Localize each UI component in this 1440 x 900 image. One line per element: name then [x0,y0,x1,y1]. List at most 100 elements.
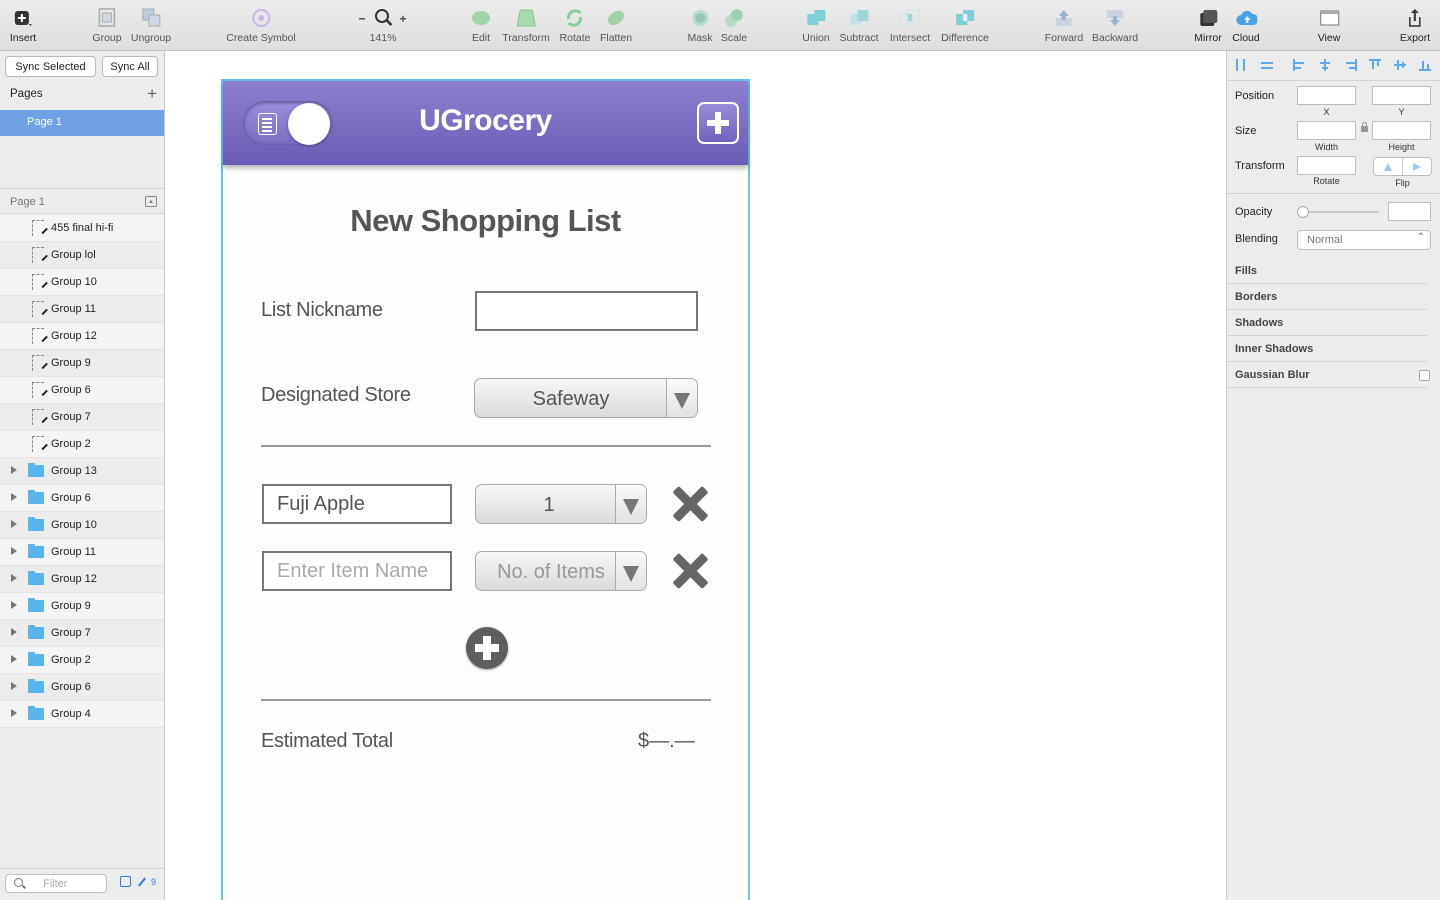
align-middle-icon[interactable] [1394,59,1406,71]
disclosure-triangle-icon[interactable] [11,601,17,609]
disclosure-triangle-icon[interactable] [11,709,17,717]
disclosure-triangle-icon[interactable] [11,682,17,690]
layer-item[interactable]: Group 7 [0,620,164,647]
layer-item[interactable]: Group 12 [0,323,164,350]
pages-divider[interactable] [0,188,164,189]
add-page-icon[interactable]: + [147,84,157,104]
page-item-1[interactable]: Page 1 [0,110,164,136]
gaussian-blur-checkbox[interactable] [1419,370,1430,381]
sync-selected-button[interactable]: Sync Selected [5,56,96,77]
filter-toggles[interactable]: 9 [120,876,156,887]
position-x-input[interactable] [1297,86,1356,105]
subtract-button[interactable]: Subtract [839,7,879,44]
create-symbol-button[interactable]: Create Symbol [226,7,296,44]
layer-item[interactable]: Group 7 [0,404,164,431]
fills-section[interactable]: Fills [1227,258,1440,284]
layer-item[interactable]: Group 9 [0,593,164,620]
collapse-layers-icon[interactable] [145,196,157,207]
add-list-button[interactable] [697,102,739,144]
layer-item[interactable]: Group 6 [0,674,164,701]
chevron-down-icon[interactable] [615,485,646,523]
remove-item-icon[interactable] [671,552,709,590]
layer-item[interactable]: Group 13 [0,458,164,485]
chevron-down-icon[interactable] [615,552,646,590]
lock-icon[interactable] [1361,122,1368,132]
layer-item[interactable]: Group 4 [0,701,164,728]
flip-vertical-icon[interactable] [1403,158,1431,175]
rotate-button[interactable]: Rotate [560,7,590,44]
new-item-qty-select[interactable]: No. of Items [475,551,647,591]
mirror-button[interactable]: Mirror [1194,7,1222,44]
pen-filter-icon[interactable] [138,877,146,886]
inner-shadows-section[interactable]: Inner Shadows [1227,336,1440,362]
item-qty-select[interactable]: 1 [475,484,647,524]
zoom-control[interactable]: 141% [353,7,413,44]
chevron-down-icon[interactable] [666,379,697,417]
scale-button[interactable]: Scale [721,7,747,44]
layer-item[interactable]: Group 10 [0,512,164,539]
layer-item[interactable]: Group 2 [0,431,164,458]
slider-knob[interactable] [1297,206,1309,218]
artboard-455-final-hi-fi[interactable]: UGrocery New Shopping List List Nickname… [221,79,750,900]
view-button[interactable]: View [1318,7,1340,44]
insert-button[interactable]: Insert [10,7,36,44]
symbol-filter-icon[interactable] [120,876,131,887]
disclosure-triangle-icon[interactable] [11,628,17,636]
distribute-vertical-icon[interactable] [1261,59,1273,71]
blending-select[interactable]: Normal [1297,230,1431,250]
align-left-icon[interactable] [1293,59,1305,71]
filter-input[interactable]: Filter [5,874,107,893]
difference-button[interactable]: Difference [941,7,989,44]
flatten-button[interactable]: Flatten [600,7,632,44]
edit-button[interactable]: Edit [470,7,492,44]
layer-item[interactable]: Group 12 [0,566,164,593]
align-top-icon[interactable] [1369,59,1381,71]
layer-item[interactable]: Group 11 [0,296,164,323]
cloud-button[interactable]: Cloud [1232,7,1260,44]
opacity-slider[interactable] [1297,206,1379,218]
align-center-icon[interactable] [1319,59,1331,71]
item-name-input[interactable]: Fuji Apple [262,484,452,524]
export-button[interactable]: Export [1400,7,1430,44]
disclosure-triangle-icon[interactable] [11,655,17,663]
ungroup-button[interactable]: Ungroup [131,7,171,44]
align-bottom-icon[interactable] [1419,59,1431,71]
mask-button[interactable]: Mask [687,7,713,44]
shadows-section[interactable]: Shadows [1227,310,1440,336]
align-right-icon[interactable] [1345,59,1357,71]
group-button[interactable]: Group [92,7,122,44]
flip-horizontal-icon[interactable] [1374,158,1403,175]
layer-item[interactable]: Group 11 [0,539,164,566]
store-select[interactable]: Safeway [474,378,698,418]
disclosure-triangle-icon[interactable] [11,574,17,582]
remove-item-icon[interactable] [671,485,709,523]
position-y-input[interactable] [1372,86,1431,105]
opacity-input[interactable] [1388,202,1431,221]
gaussian-blur-section[interactable]: Gaussian Blur [1227,362,1440,388]
disclosure-triangle-icon[interactable] [11,493,17,501]
sync-all-button[interactable]: Sync All [102,56,158,77]
transform-button[interactable]: Transform [502,7,550,44]
width-input[interactable] [1297,121,1356,140]
list-nickname-input[interactable] [475,291,698,331]
rotate-input[interactable] [1297,156,1356,175]
new-item-name-input[interactable]: Enter Item Name [262,551,452,591]
disclosure-triangle-icon[interactable] [11,547,17,555]
union-button[interactable]: Union [802,7,830,44]
layer-item[interactable]: 455 final hi-fi [0,215,164,242]
forward-button[interactable]: Forward [1045,7,1083,44]
layer-item[interactable]: Group lol [0,242,164,269]
layer-item[interactable]: Group 9 [0,350,164,377]
borders-section[interactable]: Borders [1227,284,1440,310]
layer-item[interactable]: Group 6 [0,377,164,404]
layer-item[interactable]: Group 10 [0,269,164,296]
intersect-button[interactable]: Intersect [890,7,930,44]
disclosure-triangle-icon[interactable] [11,520,17,528]
height-input[interactable] [1372,121,1431,140]
backward-button[interactable]: Backward [1092,7,1138,44]
layer-item[interactable]: Group 6 [0,485,164,512]
distribute-horizontal-icon[interactable] [1235,59,1247,71]
disclosure-triangle-icon[interactable] [11,466,17,474]
layer-item[interactable]: Group 2 [0,647,164,674]
add-item-button[interactable] [466,627,508,669]
